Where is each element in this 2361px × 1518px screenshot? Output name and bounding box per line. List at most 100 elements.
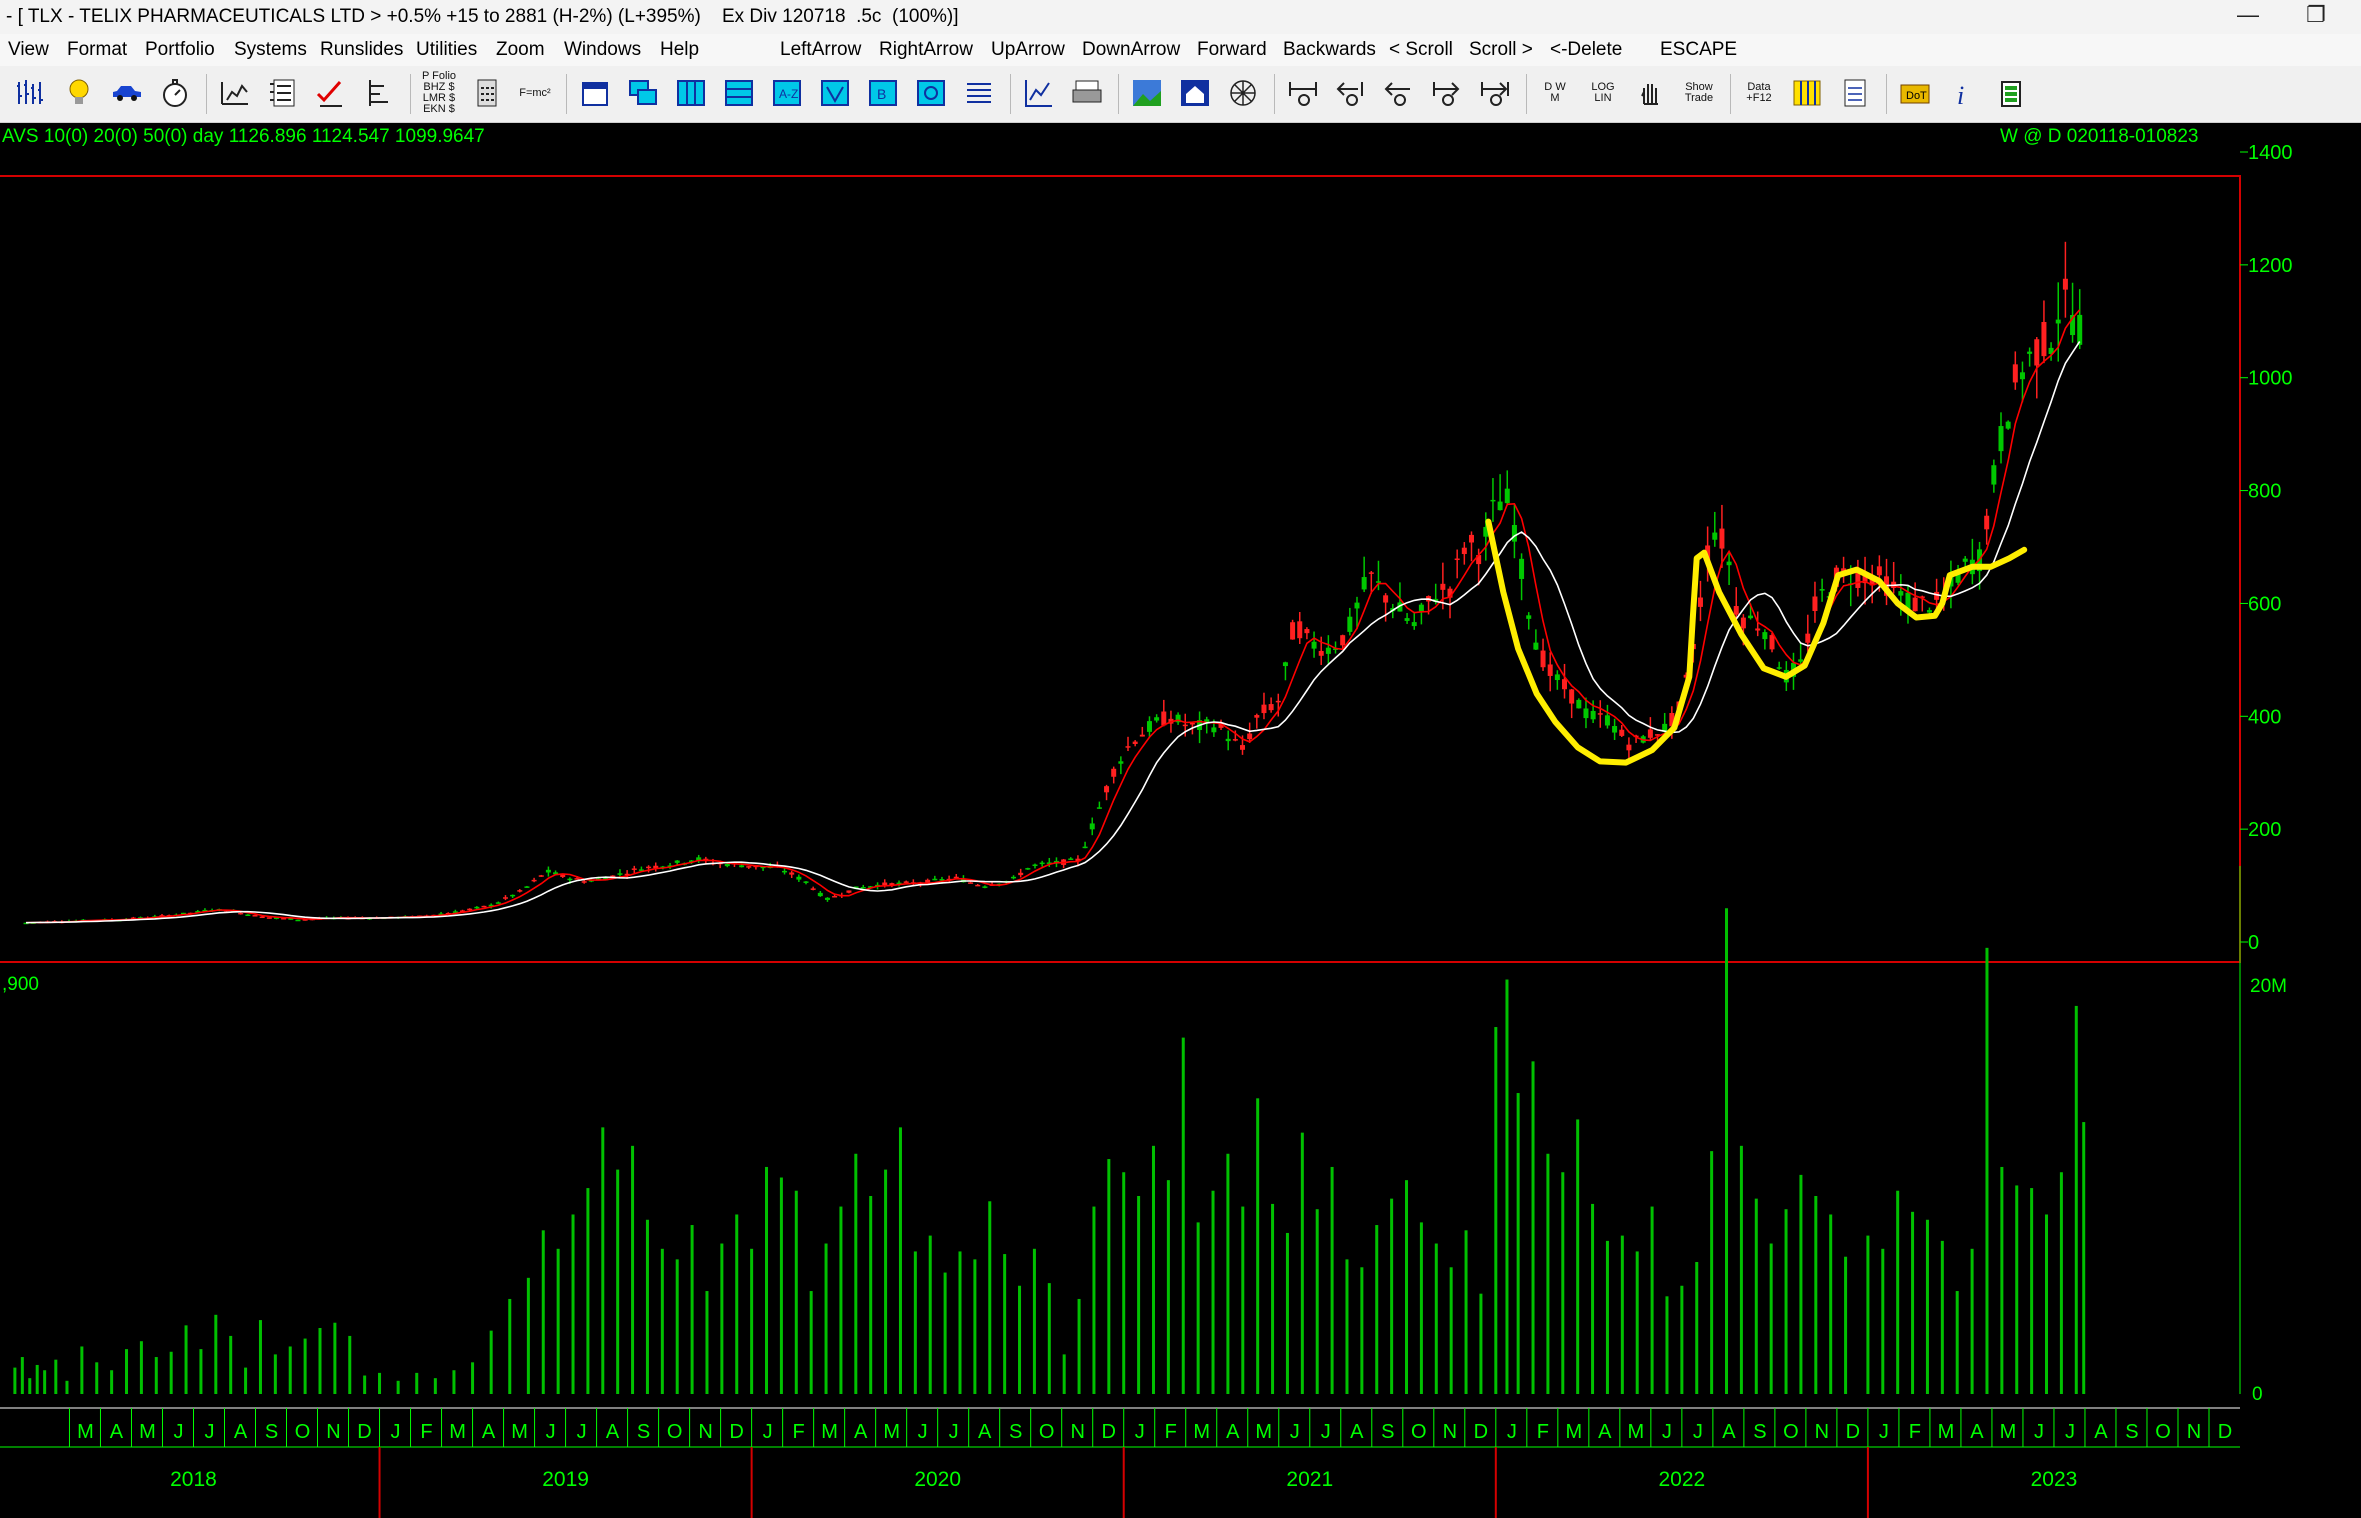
cup-handle-annotation [1485,518,2028,766]
price-axis-label: 1400 [2248,142,2293,164]
candle-body [1368,572,1374,574]
menu-rightarrow[interactable]: RightArrow [879,39,973,61]
spider-icon[interactable] [1224,74,1262,112]
sidebar-chart-icon[interactable] [360,74,398,112]
tick-table-icon[interactable] [264,74,302,112]
list-icon[interactable] [960,74,998,112]
notepad-icon[interactable] [1836,74,1874,112]
menu-portfolio[interactable]: Portfolio [145,39,215,61]
data-grid-icon[interactable] [1788,74,1826,112]
volume-bar [1925,1219,1929,1394]
menu-zoom[interactable]: Zoom [496,39,545,61]
candle-body [1769,635,1775,650]
volume-bar [1516,1093,1520,1394]
candle-body [1282,662,1288,667]
red-tick-icon[interactable] [312,74,350,112]
volume-bar [508,1298,512,1394]
data-f12-icon[interactable]: Data +F12 [1740,74,1778,112]
log-lin-icon[interactable]: LOG LIN [1584,74,1622,112]
volume-bar [258,1320,262,1394]
calculator-icon[interactable] [468,74,506,112]
toolbar: P Folio BHZ $ LMR $ EKN $ F=mc² A-Z B D WM … [0,66,2361,123]
menu-scroll-right[interactable]: Scroll > [1469,39,1533,61]
dwm-icon[interactable]: D WM [1536,74,1574,112]
volume-bar [471,1362,475,1394]
stopwatch-icon[interactable] [156,74,194,112]
hand-icon[interactable] [1632,74,1670,112]
candle-body [1068,858,1074,860]
price-axis-label: 0 [2248,932,2259,954]
dot-folder-icon[interactable]: DoT [1896,74,1934,112]
volume-bar [645,1219,649,1394]
candle-body [1261,704,1267,714]
volume-bar [35,1364,39,1394]
atoz-icon[interactable]: A-Z [768,74,806,112]
formula-icon[interactable]: F=mc² [516,74,554,112]
calendar-icon[interactable] [576,74,614,112]
menu-delete[interactable]: <-Delete [1550,39,1622,61]
candle-body [1912,597,1918,612]
volume-bar [1591,1203,1595,1394]
fast-moving-average-line [25,309,2081,924]
lightbulb-icon[interactable] [60,74,98,112]
menu-help[interactable]: Help [660,39,699,61]
printer-icon[interactable] [1068,74,1106,112]
battery-icon[interactable] [1992,74,2030,112]
menu-downarrow[interactable]: DownArrow [1082,39,1180,61]
volume-bar [125,1349,129,1394]
month-label: F [793,1421,805,1443]
weekly-chart-icon[interactable] [216,74,254,112]
year-label: 2021 [1286,1468,1333,1491]
month-label: J [173,1421,183,1443]
menu-systems[interactable]: Systems [234,39,307,61]
columns-icon[interactable] [672,74,710,112]
candle-body [1719,528,1725,549]
portfolio-icon[interactable]: P Folio BHZ $ LMR $ EKN $ [420,71,458,115]
year-label: 2018 [170,1468,217,1491]
weekly-bars-icon[interactable] [12,74,50,112]
zoom-out-icon[interactable] [1380,74,1418,112]
spiral-icon[interactable] [912,74,950,112]
info-icon[interactable]: i [1944,74,1982,112]
price-chart[interactable]: AVS 10(0) 20(0) 50(0) day 1126.896 1124.… [0,122,2361,1518]
month-label: M [449,1421,466,1443]
month-label: A [1226,1421,1240,1443]
menu-windows[interactable]: Windows [564,39,641,61]
zoom-in-icon[interactable] [1428,74,1466,112]
menu-escape[interactable]: ESCAPE [1660,39,1737,61]
menu-view[interactable]: View [8,39,49,61]
menu-forward[interactable]: Forward [1197,39,1267,61]
menu-leftarrow[interactable]: LeftArrow [780,39,861,61]
month-label: J [1879,1421,1889,1443]
menu-uparrow[interactable]: UpArrow [991,39,1065,61]
rows-icon[interactable] [720,74,758,112]
landscape-icon[interactable] [1128,74,1166,112]
moving-average-header: AVS 10(0) 20(0) 50(0) day 1126.896 1124.… [2,126,485,147]
candle-body [517,890,523,892]
volume-bar [2015,1185,2019,1394]
line-chart-icon[interactable] [1020,74,1058,112]
volume-bar [1505,979,1509,1394]
triangle-icon[interactable] [816,74,854,112]
candle-body [1798,659,1804,662]
zoom-in-right-icon[interactable] [1476,74,1514,112]
menu-scroll-left[interactable]: < Scroll [1389,39,1453,61]
restore-button[interactable]: ❐ [2286,2,2346,28]
volume-bar [1769,1243,1773,1394]
zoom-out-all-icon[interactable] [1284,74,1322,112]
show-trade-icon[interactable]: Show Trade [1680,74,1718,112]
month-label: M [821,1421,838,1443]
volume-bar [928,1235,932,1394]
candle-body [1361,577,1367,590]
overlap-icon[interactable] [624,74,662,112]
menu-utilities[interactable]: Utilities [416,39,477,61]
zoom-out-left-icon[interactable] [1332,74,1370,112]
menu-runslides[interactable]: Runslides [320,39,403,61]
b-box-icon[interactable]: B [864,74,902,112]
car-icon[interactable] [108,74,146,112]
volume-bar [1955,1291,1959,1394]
minimize-button[interactable]: — [2218,2,2278,28]
menu-format[interactable]: Format [67,39,127,61]
house-icon[interactable] [1176,74,1214,112]
menu-backwards[interactable]: Backwards [1283,39,1376,61]
